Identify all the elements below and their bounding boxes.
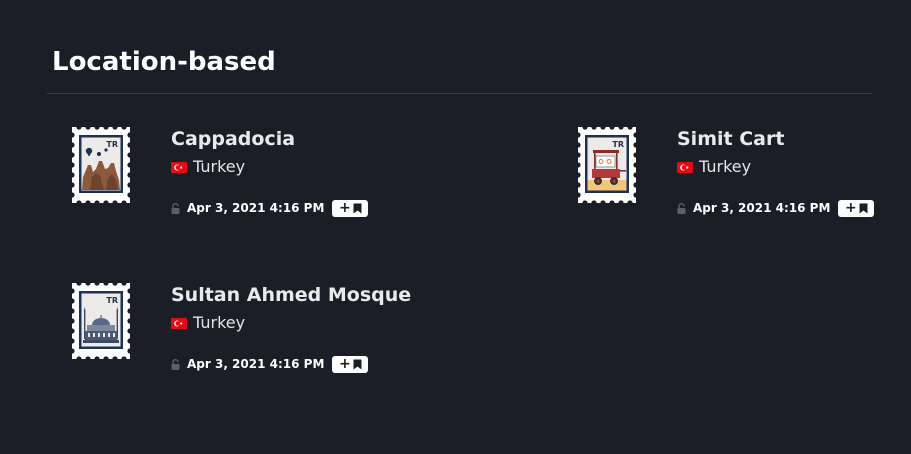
section-divider [47, 93, 872, 94]
unlock-icon [677, 202, 686, 214]
plus-icon: + [339, 356, 351, 372]
simit-cart-stamp-icon[interactable]: TR [576, 125, 638, 205]
stamp-card: TR Sultan Ahmed Mosque Turkey Apr 3, 202… [70, 281, 411, 391]
svg-text:TR: TR [612, 140, 624, 149]
country-label: Turkey [699, 157, 752, 176]
svg-text:TR: TR [106, 140, 118, 149]
country-row: Turkey [171, 312, 245, 334]
turkey-flag-icon [677, 161, 693, 173]
country-row: Turkey [171, 156, 245, 178]
add-to-collection-button[interactable]: + [838, 199, 875, 217]
unlock-icon [171, 358, 180, 370]
mosque-stamp-icon[interactable]: TR [70, 281, 132, 361]
stamp-name[interactable]: Cappadocia [171, 127, 295, 151]
svg-text:TR: TR [106, 296, 118, 305]
bookmark-icon [859, 203, 868, 213]
bookmark-icon [353, 203, 362, 213]
section-title: Location-based [52, 47, 276, 77]
country-label: Turkey [193, 313, 246, 332]
turkey-flag-icon [171, 161, 187, 173]
cappadocia-stamp-icon[interactable]: TR [70, 125, 132, 205]
stamp-card: TR Cappadocia Turkey Apr 3, 2021 4:16 PM… [70, 125, 390, 235]
country-label: Turkey [193, 157, 246, 176]
country-row: Turkey [677, 156, 751, 178]
collected-date: Apr 3, 2021 4:16 PM [187, 201, 325, 215]
add-to-collection-button[interactable]: + [332, 199, 369, 217]
plus-icon: + [339, 200, 351, 216]
stamp-name[interactable]: Sultan Ahmed Mosque [171, 283, 411, 307]
meta-row: Apr 3, 2021 4:16 PM + [171, 199, 369, 217]
plus-icon: + [845, 200, 857, 216]
turkey-flag-icon [171, 317, 187, 329]
location-based-page: Location-based TR Cappadocia Turkey Apr … [0, 0, 911, 454]
meta-row: Apr 3, 2021 4:16 PM + [677, 199, 875, 217]
meta-row: Apr 3, 2021 4:16 PM + [171, 355, 369, 373]
unlock-icon [171, 202, 180, 214]
collected-date: Apr 3, 2021 4:16 PM [187, 357, 325, 371]
stamp-card: TR Simit Cart Turkey Apr 3, 2021 4:16 PM… [576, 125, 896, 235]
stamp-name[interactable]: Simit Cart [677, 127, 784, 151]
collected-date: Apr 3, 2021 4:16 PM [693, 201, 831, 215]
bookmark-icon [353, 359, 362, 369]
add-to-collection-button[interactable]: + [332, 355, 369, 373]
